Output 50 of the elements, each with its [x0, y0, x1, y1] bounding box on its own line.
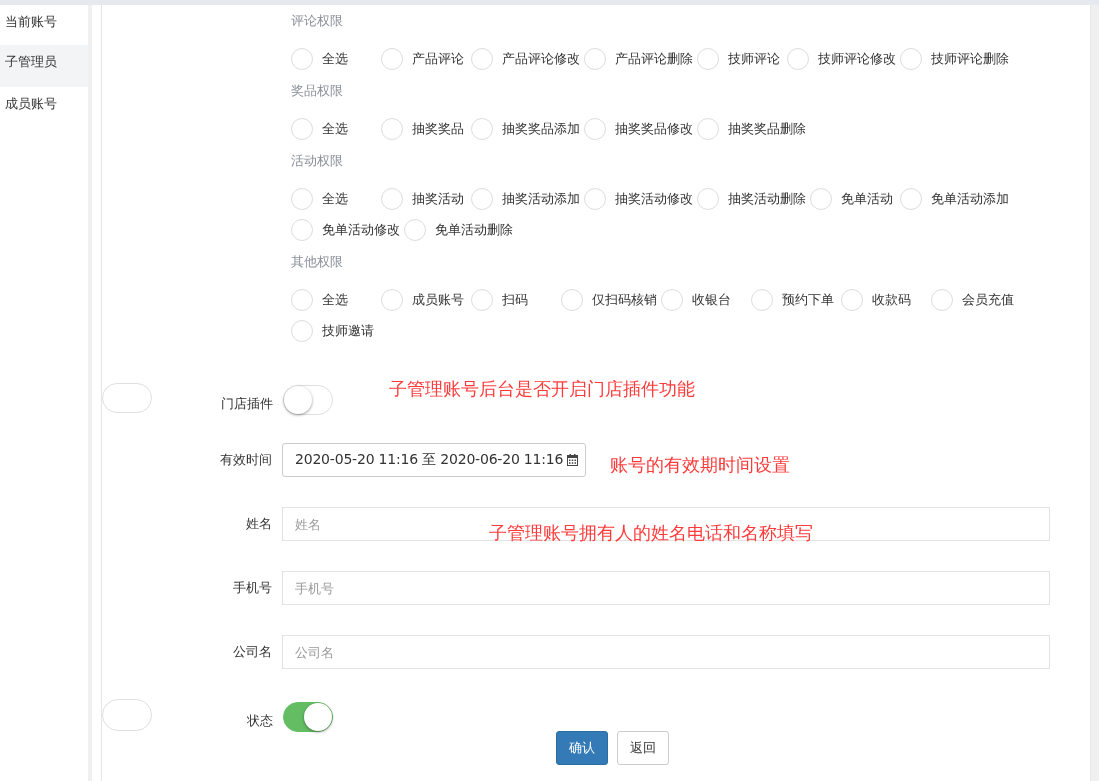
checkbox-label: 全选 [322, 189, 348, 208]
text-input[interactable]: 公司名 [282, 635, 1050, 669]
back-button[interactable]: 返回 [617, 731, 669, 765]
checkbox-label: 抽奖奖品 [412, 119, 464, 138]
sidebar-item[interactable]: 成员账号 [0, 87, 88, 129]
checkbox-label: 扫码 [502, 290, 528, 309]
date-range-field[interactable]: 2020-05-20 11:16 至 2020-06-20 11:16 [282, 443, 587, 477]
sidebar-item[interactable]: 子管理员 [0, 45, 88, 87]
field-label: 状态 [246, 712, 274, 730]
field-label: 姓名 [245, 515, 273, 533]
checkbox-label: 预约下单 [782, 290, 834, 309]
checkbox-label: 免单活动删除 [435, 220, 513, 239]
checkbox-label: 仅扫码核销 [592, 290, 657, 309]
group-title: 奖品权限 [291, 82, 344, 100]
group-title: 其他权限 [291, 253, 344, 271]
group-title: 评论权限 [291, 12, 344, 30]
checkbox-label: 免单活动修改 [322, 220, 400, 239]
checkbox-label: 会员充值 [962, 290, 1014, 309]
annotation-text: 账号的有效期时间设置 [610, 453, 791, 477]
checkbox-label: 技师评论 [728, 49, 780, 68]
checkbox-label: 抽奖奖品删除 [728, 119, 806, 138]
field-label: 有效时间 [219, 451, 273, 469]
checkbox-label: 抽奖活动添加 [502, 189, 580, 208]
checkbox-label: 收款码 [872, 290, 911, 309]
checkbox-label: 抽奖奖品修改 [615, 119, 693, 138]
confirm-button[interactable]: 确认 [556, 731, 608, 765]
field-label: 手机号 [232, 579, 273, 597]
checkbox-label: 抽奖活动 [412, 189, 464, 208]
group-title: 活动权限 [291, 152, 344, 170]
checkbox-label: 技师评论修改 [818, 49, 896, 68]
checkbox-label: 产品评论 [412, 49, 464, 68]
checkbox-label: 免单活动 [841, 189, 893, 208]
text-input[interactable]: 手机号 [282, 571, 1050, 605]
checkbox-label: 技师评论删除 [931, 49, 1009, 68]
field-label: 公司名 [232, 643, 273, 661]
checkbox-label: 全选 [322, 290, 348, 309]
checkbox-label: 免单活动添加 [931, 189, 1009, 208]
checkbox-label: 收银台 [692, 290, 731, 309]
checkbox-label: 产品评论删除 [615, 49, 693, 68]
checkbox-label: 技师邀请 [322, 321, 374, 340]
annotation-text: 子管理账号后台是否开启门店插件功能 [389, 377, 695, 401]
checkbox-label: 抽奖奖品添加 [502, 119, 580, 138]
checkbox-label: 产品评论修改 [502, 49, 580, 68]
checkbox-label: 全选 [322, 49, 348, 68]
field-label: 门店插件 [220, 395, 274, 413]
checkbox-label: 成员账号 [412, 290, 464, 309]
checkbox-label: 抽奖活动修改 [615, 189, 693, 208]
sidebar-item[interactable]: 当前账号 [0, 5, 88, 45]
checkbox-label: 抽奖活动删除 [728, 189, 806, 208]
checkbox-label: 全选 [322, 119, 348, 138]
